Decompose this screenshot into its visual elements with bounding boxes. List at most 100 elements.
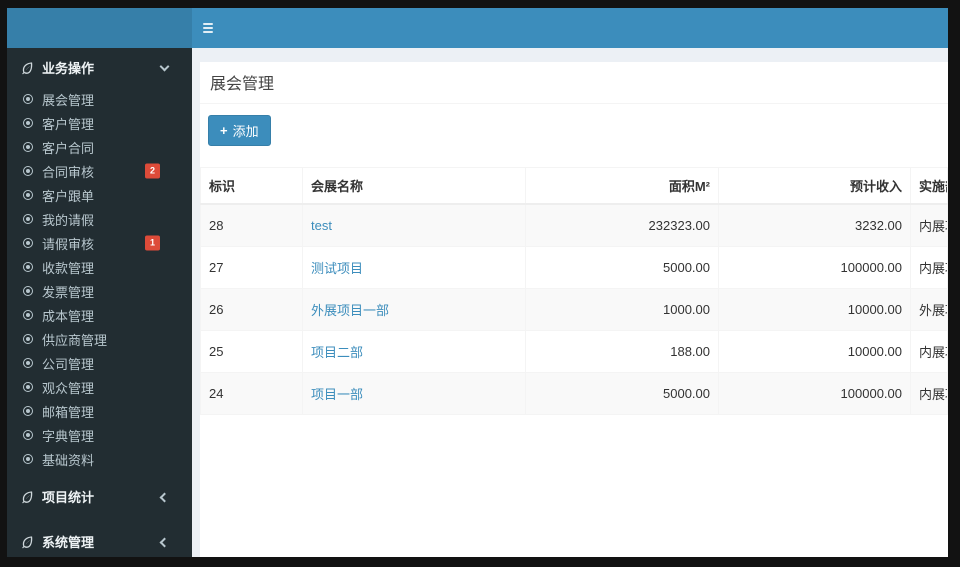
sidebar-item[interactable]: 展会管理	[7, 87, 192, 111]
cell-income: 10000.00	[718, 288, 911, 331]
circle-dot-icon	[23, 454, 33, 464]
cell-area: 5000.00	[525, 372, 719, 415]
cell-name: 测试项目	[302, 246, 526, 289]
chevron-left-icon	[159, 492, 170, 502]
cell-area: 1000.00	[525, 288, 719, 331]
cell-name: 项目二部	[302, 330, 526, 373]
circle-dot-icon	[23, 262, 33, 272]
sidebar-item-label: 基础资料	[42, 452, 95, 468]
circle-dot-icon	[23, 190, 33, 200]
leaf-icon	[20, 61, 34, 75]
cell-name: 项目一部	[302, 372, 526, 415]
sidebar-item[interactable]: 客户合同	[7, 135, 192, 159]
notification-badge: 1	[144, 235, 160, 251]
sidebar-item[interactable]: 供应商管理	[7, 327, 192, 351]
circle-dot-icon	[23, 214, 33, 224]
cell-id: 25	[200, 330, 303, 373]
sidebar-item-label: 客户合同	[42, 140, 95, 156]
sidebar-item-label: 我的请假	[42, 212, 95, 228]
table-row: 26 外展项目一部 1000.00 10000.00 外展项目	[200, 288, 948, 331]
circle-dot-icon	[23, 358, 33, 368]
sidebar-item-label: 供应商管理	[42, 332, 108, 348]
circle-dot-icon	[23, 406, 33, 416]
sidebar-item[interactable]: 字典管理	[7, 423, 192, 447]
circle-dot-icon	[23, 382, 33, 392]
sidebar-item[interactable]: 成本管理	[7, 303, 192, 327]
leaf-icon	[20, 535, 34, 549]
chevron-left-icon	[159, 537, 170, 547]
sidebar-section-system-mgmt[interactable]: 系统管理	[7, 522, 192, 557]
sidebar-item[interactable]: 收款管理	[7, 255, 192, 279]
circle-dot-icon	[23, 142, 33, 152]
sidebar-item[interactable]: 请假审核 1	[7, 231, 192, 255]
circle-dot-icon	[23, 166, 33, 176]
leaf-icon	[20, 490, 34, 504]
add-button[interactable]: + 添加	[208, 115, 271, 146]
sidebar-section-business-ops[interactable]: 业务操作	[7, 48, 192, 87]
column-header-name: 会展名称	[302, 167, 526, 205]
table-row: 28 test 232323.00 3232.00 内展项目	[200, 203, 948, 247]
exhibition-link[interactable]: 项目一部	[311, 387, 363, 402]
add-button-label: 添加	[232, 124, 259, 139]
table-row: 24 项目一部 5000.00 100000.00 内展项目	[200, 372, 948, 415]
cell-income: 3232.00	[718, 203, 911, 247]
sidebar-item[interactable]: 发票管理	[7, 279, 192, 303]
sidebar-item-label: 观众管理	[42, 380, 95, 396]
sidebar-item-label: 合同审核	[42, 164, 95, 180]
cell-dept: 内展项目	[910, 330, 948, 373]
sidebar-item-label: 邮箱管理	[42, 404, 95, 420]
circle-dot-icon	[23, 238, 33, 248]
column-header-id: 标识	[200, 167, 303, 205]
circle-dot-icon	[23, 430, 33, 440]
sidebar-item[interactable]: 基础资料	[7, 447, 192, 471]
sidebar-item[interactable]: 客户管理	[7, 111, 192, 135]
exhibition-link[interactable]: test	[311, 218, 332, 233]
sidebar-item-label: 公司管理	[42, 356, 95, 372]
sidebar-menu: 展会管理 客户管理 客户合同 合同审核 2 客户跟单 我的请假 请假审核 1 收…	[7, 87, 192, 471]
sidebar-section-label: 项目统计	[42, 490, 95, 505]
cell-income: 100000.00	[718, 246, 911, 289]
exhibition-link[interactable]: 外展项目一部	[311, 303, 389, 318]
circle-dot-icon	[23, 118, 33, 128]
column-header-income: 预计收入	[718, 167, 911, 205]
sidebar-section-project-stats[interactable]: 项目统计	[7, 477, 192, 516]
circle-dot-icon	[23, 286, 33, 296]
app-window: 业务操作 展会管理 客户管理 客户合同 合同审核 2 客户跟单 我的请假 请假审…	[7, 8, 948, 557]
table-header-row: 标识 会展名称 面积M² 预计收入 实施部门	[200, 167, 948, 205]
cell-dept: 内展项目	[910, 246, 948, 289]
sidebar-item[interactable]: 邮箱管理	[7, 399, 192, 423]
plus-icon: +	[220, 123, 228, 138]
navbar-main	[192, 8, 948, 48]
exhibition-link[interactable]: 测试项目	[311, 261, 363, 276]
sidebar: 业务操作 展会管理 客户管理 客户合同 合同审核 2 客户跟单 我的请假 请假审…	[7, 48, 192, 557]
sidebar-item[interactable]: 公司管理	[7, 351, 192, 375]
top-navbar	[7, 8, 948, 48]
sidebar-item[interactable]: 我的请假	[7, 207, 192, 231]
exhibition-link[interactable]: 项目二部	[311, 345, 363, 360]
hamburger-icon[interactable]	[192, 8, 226, 48]
logo-area	[7, 8, 192, 48]
circle-dot-icon	[23, 94, 33, 104]
column-header-dept: 实施部门	[910, 167, 948, 205]
sidebar-item-label: 请假审核	[42, 236, 95, 252]
sidebar-item-label: 收款管理	[42, 260, 95, 276]
sidebar-item[interactable]: 客户跟单	[7, 183, 192, 207]
cell-id: 27	[200, 246, 303, 289]
content-area: 展会管理 + 添加 标识 会展名称 面积M² 预计收入 实施部门	[192, 48, 948, 557]
cell-area: 5000.00	[525, 246, 719, 289]
sidebar-section-label: 业务操作	[42, 61, 95, 76]
sidebar-item[interactable]: 合同审核 2	[7, 159, 192, 183]
cell-area: 188.00	[525, 330, 719, 373]
sidebar-item-label: 发票管理	[42, 284, 95, 300]
cell-dept: 内展项目	[910, 372, 948, 415]
circle-dot-icon	[23, 334, 33, 344]
table-row: 27 测试项目 5000.00 100000.00 内展项目	[200, 246, 948, 289]
cell-income: 10000.00	[718, 330, 911, 373]
cell-dept: 外展项目	[910, 288, 948, 331]
cell-area: 232323.00	[525, 203, 719, 247]
table-row: 25 项目二部 188.00 10000.00 内展项目	[200, 330, 948, 373]
sidebar-item[interactable]: 观众管理	[7, 375, 192, 399]
circle-dot-icon	[23, 310, 33, 320]
notification-badge: 2	[144, 163, 160, 179]
sidebar-item-label: 展会管理	[42, 92, 95, 108]
